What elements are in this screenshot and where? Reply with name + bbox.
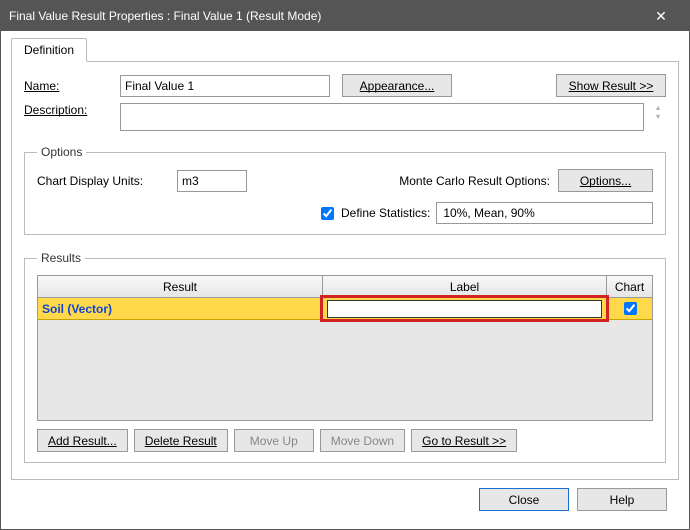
delete-result-button[interactable]: Delete Result bbox=[134, 429, 228, 452]
move-up-button: Move Up bbox=[234, 429, 314, 452]
window-title: Final Value Result Properties : Final Va… bbox=[9, 9, 641, 23]
definition-panel: Name: Appearance... Show Result >> Descr… bbox=[11, 62, 679, 480]
appearance-button[interactable]: Appearance... bbox=[342, 74, 452, 97]
close-button[interactable]: Close bbox=[479, 488, 569, 511]
dialog-footer: Close Help bbox=[11, 480, 679, 519]
define-stats-checkbox[interactable]: Define Statistics: bbox=[317, 204, 430, 223]
define-stats-check-input[interactable] bbox=[321, 207, 334, 220]
options-group: Options Chart Display Units: Monte Carlo… bbox=[24, 145, 666, 235]
results-group: Results Result Label Chart Soil (Vector) bbox=[24, 251, 666, 463]
results-table: Result Label Chart Soil (Vector) bbox=[37, 275, 653, 421]
description-label: Description: bbox=[24, 103, 114, 117]
description-row: Description: ▴▾ bbox=[24, 103, 666, 131]
mc-options-label: Monte Carlo Result Options: bbox=[399, 174, 550, 188]
table-row[interactable]: Soil (Vector) bbox=[38, 298, 652, 320]
options-legend: Options bbox=[37, 145, 86, 159]
name-input[interactable] bbox=[120, 75, 330, 97]
table-header: Result Label Chart bbox=[38, 276, 652, 298]
cell-chart[interactable] bbox=[607, 298, 652, 319]
go-to-result-button[interactable]: Go to Result >> bbox=[411, 429, 517, 452]
results-action-row: Add Result... Delete Result Move Up Move… bbox=[37, 429, 653, 452]
mc-options-button[interactable]: Options... bbox=[558, 169, 653, 192]
label-cell-input[interactable] bbox=[327, 300, 602, 318]
name-label: Name: bbox=[24, 79, 114, 93]
chart-units-label: Chart Display Units: bbox=[37, 174, 177, 188]
chart-checkbox[interactable] bbox=[624, 302, 637, 315]
dialog-window: Final Value Result Properties : Final Va… bbox=[0, 0, 690, 530]
col-header-result[interactable]: Result bbox=[38, 276, 323, 297]
description-input[interactable] bbox=[120, 103, 644, 131]
col-header-chart[interactable]: Chart bbox=[607, 276, 652, 297]
titlebar: Final Value Result Properties : Final Va… bbox=[1, 1, 689, 31]
cell-result[interactable]: Soil (Vector) bbox=[38, 298, 323, 319]
name-row: Name: Appearance... Show Result >> bbox=[24, 74, 666, 97]
chart-units-input[interactable] bbox=[177, 170, 247, 192]
tab-definition[interactable]: Definition bbox=[11, 38, 87, 62]
stats-value-box[interactable]: 10%, Mean, 90% bbox=[436, 202, 653, 224]
cell-label[interactable] bbox=[323, 298, 607, 319]
scroll-arrows-icon: ▴▾ bbox=[650, 103, 666, 121]
table-body: Soil (Vector) bbox=[38, 298, 652, 420]
close-icon[interactable]: ✕ bbox=[641, 8, 681, 25]
tab-strip: Definition bbox=[11, 37, 679, 62]
add-result-button[interactable]: Add Result... bbox=[37, 429, 128, 452]
help-button[interactable]: Help bbox=[577, 488, 667, 511]
col-header-label[interactable]: Label bbox=[323, 276, 607, 297]
move-down-button: Move Down bbox=[320, 429, 405, 452]
show-result-button[interactable]: Show Result >> bbox=[556, 74, 666, 97]
results-legend: Results bbox=[37, 251, 85, 265]
client-area: Definition Name: Appearance... Show Resu… bbox=[1, 31, 689, 529]
